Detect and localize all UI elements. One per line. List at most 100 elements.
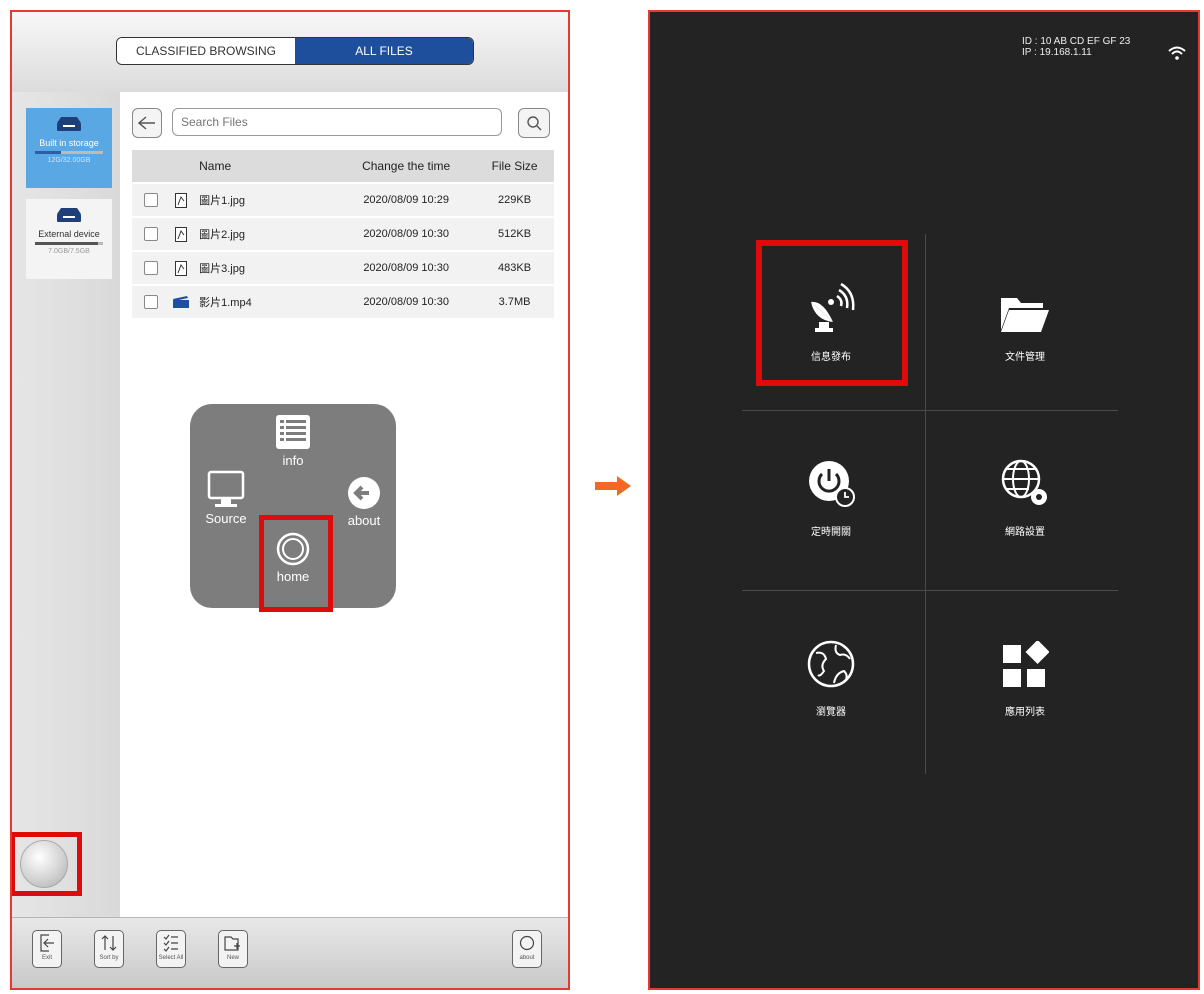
sort-by-button[interactable]: Sort by bbox=[94, 930, 124, 968]
header-change-time[interactable]: Change the time bbox=[337, 159, 475, 173]
exit-button[interactable]: Exit bbox=[32, 930, 62, 968]
search-button[interactable] bbox=[518, 108, 550, 138]
tile-app-list[interactable]: 應用列表 bbox=[940, 597, 1110, 737]
header-file-size[interactable]: File Size bbox=[475, 159, 554, 173]
checklist-icon bbox=[163, 934, 178, 952]
file-size: 512KB bbox=[498, 228, 532, 240]
file-time: 2020/08/09 10:30 bbox=[363, 296, 449, 308]
about-button[interactable]: about bbox=[512, 930, 542, 968]
table-header: Name Change the time File Size bbox=[132, 150, 554, 184]
sidebar-item-label: External device bbox=[38, 229, 100, 239]
back-arrow-icon bbox=[138, 116, 155, 130]
file-size: 229KB bbox=[498, 194, 532, 206]
tile-label: 定時開關 bbox=[811, 527, 851, 538]
exit-icon bbox=[40, 934, 54, 952]
tab-all-files[interactable]: ALL FILES bbox=[295, 38, 473, 64]
device-ip: IP : 19.168.1.11 bbox=[1022, 47, 1092, 58]
storage-capacity: 7.0GB/7.5GB bbox=[48, 248, 90, 255]
about-circle-icon bbox=[519, 935, 535, 951]
grid-divider-horizontal-2 bbox=[742, 590, 1118, 591]
sidebar-item-label: Built in storage bbox=[39, 138, 99, 148]
device-id: ID : 10 AB CD EF GF 23 bbox=[1022, 36, 1131, 47]
top-bar: CLASSIFIED BROWSING ALL FILES bbox=[12, 12, 568, 93]
row-checkbox[interactable] bbox=[143, 295, 158, 309]
row-checkbox[interactable] bbox=[143, 261, 158, 275]
tile-browser[interactable]: 瀏覽器 bbox=[746, 597, 916, 737]
header-name[interactable]: Name bbox=[193, 159, 337, 173]
sidebar-item-built-in-storage[interactable]: Built in storage 12G/32.00GB bbox=[26, 108, 112, 188]
tile-label: 文件管理 bbox=[1005, 352, 1045, 363]
file-time: 2020/08/09 10:30 bbox=[363, 262, 449, 274]
quick-menu-source-label: Source bbox=[205, 511, 247, 526]
quick-menu-about[interactable]: about bbox=[336, 476, 392, 528]
storage-capacity: 12G/32.00GB bbox=[47, 157, 91, 164]
select-all-label: Select All bbox=[158, 955, 184, 961]
grid-divider-horizontal-1 bbox=[742, 410, 1118, 411]
file-size: 3.7MB bbox=[498, 296, 531, 308]
bottom-toolbar: Exit Sort by Select All New about bbox=[12, 917, 568, 988]
quick-menu-source[interactable]: Source bbox=[196, 470, 256, 526]
storage-sidebar: Built in storage 12G/32.00GB External de… bbox=[12, 92, 121, 920]
quick-menu-info-label: info bbox=[282, 453, 304, 468]
tile-timer-switch[interactable]: 定時開關 bbox=[746, 417, 916, 557]
highlight-box-home bbox=[259, 515, 333, 612]
file-time: 2020/08/09 10:30 bbox=[363, 228, 449, 240]
sidebar-item-external-device[interactable]: External device 7.0GB/7.5GB bbox=[26, 199, 112, 279]
file-name: 圖片1.jpg bbox=[199, 195, 245, 207]
earth-icon bbox=[807, 640, 855, 688]
row-checkbox[interactable] bbox=[143, 227, 158, 241]
new-button[interactable]: New bbox=[218, 930, 248, 968]
file-size: 483KB bbox=[498, 262, 532, 274]
launcher-screen: ID : 10 AB CD EF GF 23 IP : 19.168.1.11 … bbox=[648, 10, 1200, 990]
drive-icon bbox=[57, 117, 81, 131]
storage-usage-bar bbox=[35, 151, 103, 154]
list-icon bbox=[276, 415, 310, 449]
image-file-icon bbox=[175, 260, 188, 276]
highlight-box-info-publish bbox=[756, 240, 908, 386]
sort-by-label: Sort by bbox=[99, 955, 119, 961]
grid-divider-vertical bbox=[925, 234, 926, 774]
segmented-control: CLASSIFIED BROWSING ALL FILES bbox=[116, 37, 474, 65]
tile-label: 應用列表 bbox=[1005, 707, 1045, 718]
file-table: Name Change the time File Size 圖片1.jpg 2… bbox=[132, 150, 554, 320]
select-all-button[interactable]: Select All bbox=[156, 930, 186, 968]
tile-label: 網路設置 bbox=[1005, 527, 1045, 538]
globe-gear-icon bbox=[1001, 459, 1047, 505]
highlight-box-floating-ball bbox=[12, 832, 82, 896]
file-time: 2020/08/09 10:29 bbox=[363, 194, 449, 206]
file-manager-window: CLASSIFIED BROWSING ALL FILES Built in s… bbox=[10, 10, 570, 990]
storage-usage-bar bbox=[35, 242, 103, 245]
drive-icon bbox=[57, 208, 81, 222]
table-row[interactable]: 圖片3.jpg 2020/08/09 10:30 483KB bbox=[132, 252, 554, 286]
file-name: 圖片2.jpg bbox=[199, 229, 245, 241]
search-input[interactable] bbox=[172, 108, 502, 136]
tile-label: 瀏覽器 bbox=[816, 707, 846, 718]
file-name: 圖片3.jpg bbox=[199, 263, 245, 275]
quick-menu-about-label: about bbox=[347, 513, 381, 528]
table-row[interactable]: 影片1.mp4 2020/08/09 10:30 3.7MB bbox=[132, 286, 554, 320]
image-file-icon bbox=[175, 226, 188, 242]
wifi-icon bbox=[1168, 46, 1186, 60]
transition-arrow-icon bbox=[595, 476, 631, 496]
table-row[interactable]: 圖片1.jpg 2020/08/09 10:29 229KB bbox=[132, 184, 554, 218]
apps-icon bbox=[1003, 641, 1049, 687]
about-label: about bbox=[519, 955, 535, 961]
sort-icon bbox=[101, 935, 117, 951]
back-button[interactable] bbox=[132, 108, 162, 138]
power-timer-icon bbox=[809, 461, 855, 507]
device-info: ID : 10 AB CD EF GF 23 IP : 19.168.1.11 bbox=[1022, 36, 1130, 58]
back-circle-icon bbox=[348, 477, 380, 509]
row-checkbox[interactable] bbox=[143, 193, 158, 207]
table-row[interactable]: 圖片2.jpg 2020/08/09 10:30 512KB bbox=[132, 218, 554, 252]
exit-label: Exit bbox=[41, 955, 52, 961]
file-name: 影片1.mp4 bbox=[199, 297, 252, 309]
search-icon bbox=[527, 116, 542, 131]
new-label: New bbox=[226, 955, 239, 961]
tab-classified-browsing[interactable]: CLASSIFIED BROWSING bbox=[117, 38, 295, 64]
folder-icon bbox=[1001, 298, 1049, 332]
tile-file-management[interactable]: 文件管理 bbox=[940, 242, 1110, 382]
image-file-icon bbox=[175, 192, 188, 208]
quick-menu-info[interactable]: info bbox=[268, 414, 318, 468]
monitor-icon bbox=[207, 470, 245, 507]
tile-network-settings[interactable]: 網路設置 bbox=[940, 417, 1110, 557]
